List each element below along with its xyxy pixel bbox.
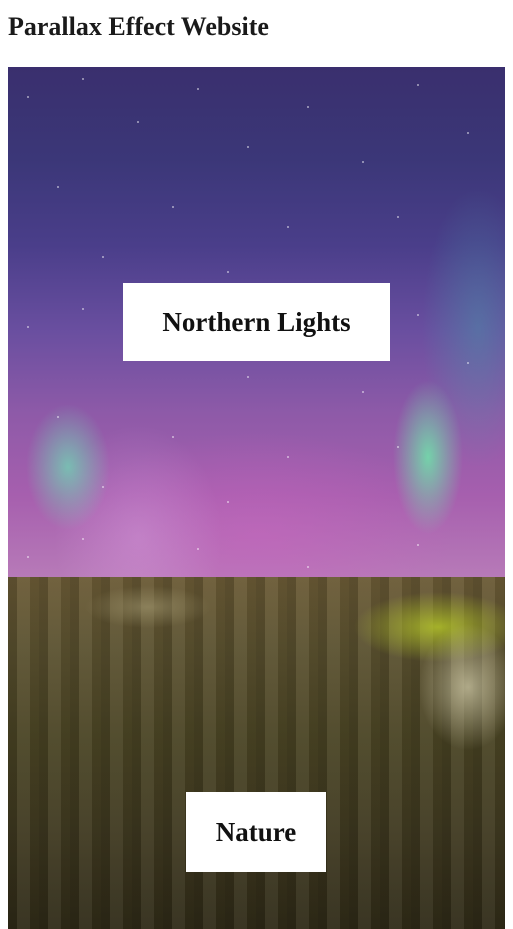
- section-label-northern-lights: Northern Lights: [123, 283, 390, 361]
- page-title: Parallax Effect Website: [8, 12, 269, 41]
- section-label-nature: Nature: [186, 792, 326, 872]
- parallax-section-nature: Nature: [8, 577, 505, 929]
- parallax-section-northern-lights: Northern Lights: [8, 67, 505, 577]
